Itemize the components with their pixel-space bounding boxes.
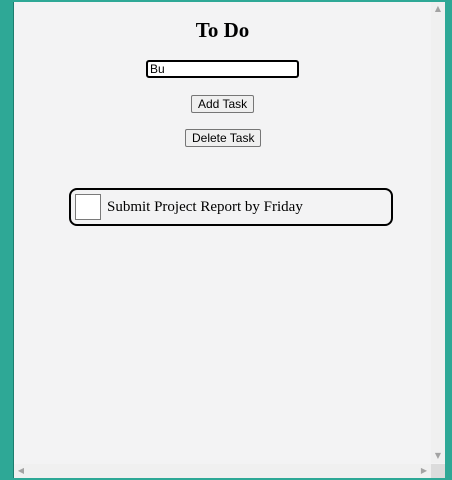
task-item[interactable]: Submit Project Report by Friday bbox=[69, 188, 393, 226]
scrollbar-corner bbox=[431, 464, 445, 478]
task-text: Submit Project Report by Friday bbox=[107, 199, 303, 215]
vertical-scrollbar[interactable]: ▲ ▼ bbox=[431, 2, 445, 463]
task-input[interactable] bbox=[146, 60, 299, 78]
page-title: To Do bbox=[195, 18, 250, 42]
task-checkbox[interactable] bbox=[75, 194, 101, 220]
scroll-left-icon[interactable]: ◀ bbox=[14, 464, 28, 478]
app-window: To Do Add Task Delete Task Submit Projec… bbox=[13, 2, 445, 478]
todo-app: To Do Add Task Delete Task Submit Projec… bbox=[14, 2, 431, 463]
delete-task-button[interactable]: Delete Task bbox=[185, 129, 262, 147]
horizontal-scrollbar[interactable]: ◀ ▶ bbox=[14, 464, 431, 478]
scroll-down-icon[interactable]: ▼ bbox=[431, 449, 445, 463]
add-task-button[interactable]: Add Task bbox=[191, 95, 255, 113]
scroll-up-icon[interactable]: ▲ bbox=[431, 2, 445, 16]
task-list: Submit Project Report by Friday bbox=[69, 188, 393, 226]
scroll-right-icon[interactable]: ▶ bbox=[417, 464, 431, 478]
